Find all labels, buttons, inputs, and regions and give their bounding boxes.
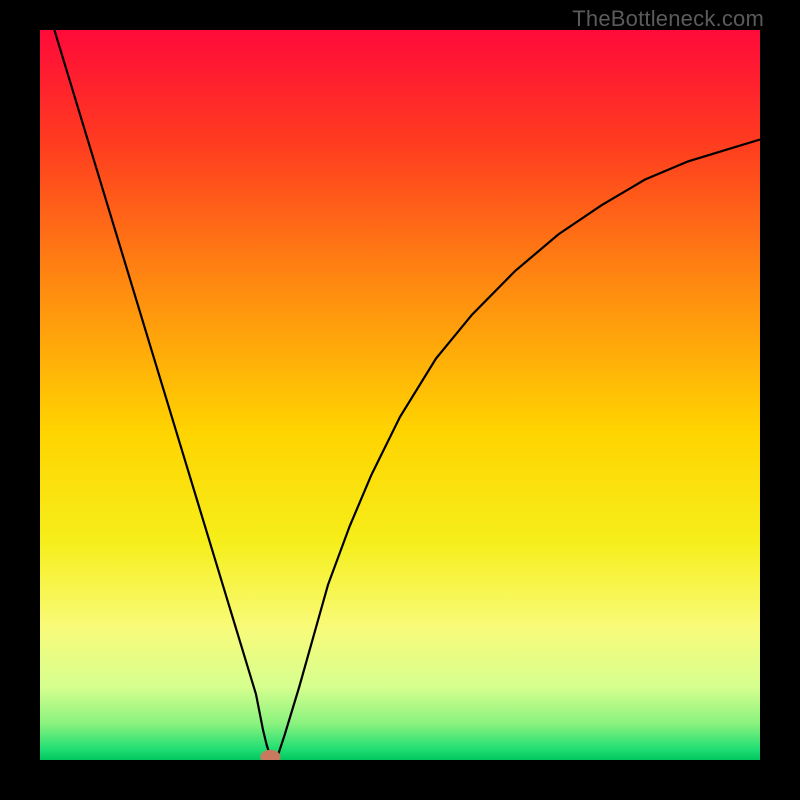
chart-frame: TheBottleneck.com	[0, 0, 800, 800]
bottleneck-chart	[40, 30, 760, 760]
watermark-text: TheBottleneck.com	[572, 6, 764, 32]
plot-background	[40, 30, 760, 760]
